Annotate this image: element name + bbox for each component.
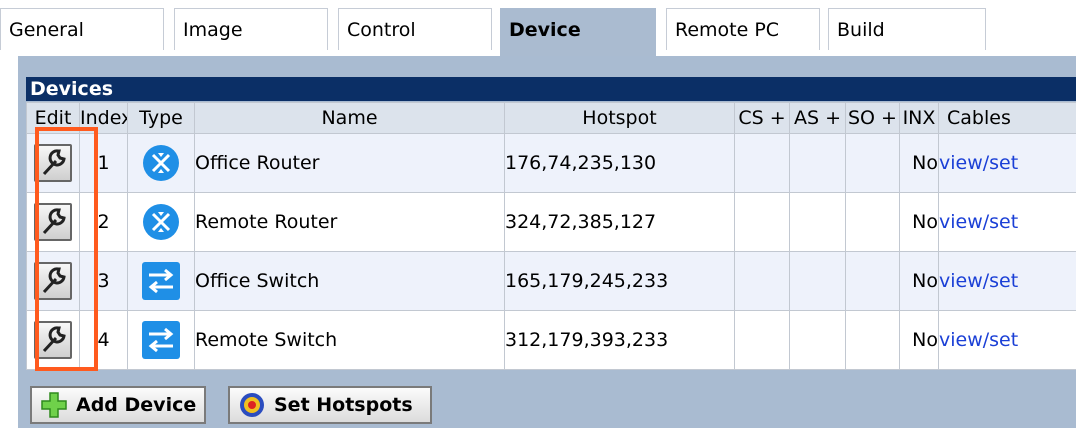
- tab-remote-pc[interactable]: Remote PC: [666, 8, 820, 50]
- as-cell: [789, 192, 846, 252]
- inx-value: No: [899, 133, 939, 193]
- tab-control[interactable]: Control: [338, 8, 492, 50]
- table-header-row: Edit Index Type Name Hotspot CS + AS + S…: [26, 102, 1076, 134]
- wrench-icon: [42, 208, 66, 235]
- table-row: 4 Remote Switch 312,179,393,233 No view/…: [26, 310, 1076, 370]
- as-cell: [789, 133, 846, 193]
- cables-view-set-link[interactable]: view/set: [940, 329, 1019, 351]
- device-hotspot: 312,179,393,233: [504, 310, 735, 370]
- column-header-so[interactable]: SO +: [845, 102, 900, 134]
- tab-image[interactable]: Image: [174, 8, 328, 50]
- switch-icon: [142, 262, 180, 300]
- cs-cell: [734, 192, 790, 252]
- cables-view-set-link[interactable]: view/set: [940, 211, 1019, 233]
- column-header-cs[interactable]: CS +: [734, 102, 790, 134]
- edit-device-button[interactable]: [34, 321, 72, 359]
- as-cell: [789, 310, 846, 370]
- row-index: 2: [79, 192, 128, 252]
- cables-view-set-link[interactable]: view/set: [940, 152, 1019, 174]
- device-name: Remote Switch: [194, 310, 505, 370]
- column-header-hotspot[interactable]: Hotspot: [504, 102, 735, 134]
- as-cell: [789, 251, 846, 311]
- so-cell: [845, 251, 900, 311]
- so-cell: [845, 133, 900, 193]
- column-header-type: Type: [127, 102, 195, 134]
- table-row: 2 Remote Router 324,72,385,127 No view/s…: [26, 192, 1076, 252]
- add-device-label: Add Device: [76, 394, 197, 416]
- column-header-as[interactable]: AS +: [789, 102, 846, 134]
- row-index: 4: [79, 310, 128, 370]
- device-hotspot: 165,179,245,233: [504, 251, 735, 311]
- edit-device-button[interactable]: [34, 262, 72, 300]
- tab-general[interactable]: General: [0, 8, 164, 50]
- inx-value: No: [899, 310, 939, 370]
- edit-device-button[interactable]: [34, 203, 72, 241]
- column-header-index: Index: [79, 102, 128, 134]
- wrench-icon: [42, 326, 66, 353]
- column-header-inx: INX: [899, 102, 939, 134]
- device-hotspot: 176,74,235,130: [504, 133, 735, 193]
- table-row: 3 Office Switch 165,179,245,233 No view/…: [26, 251, 1076, 311]
- set-hotspots-button[interactable]: Set Hotspots: [228, 386, 432, 424]
- plus-icon: [41, 392, 67, 418]
- inx-value: No: [899, 251, 939, 311]
- row-index: 1: [79, 133, 128, 193]
- cables-view-set-link[interactable]: view/set: [940, 270, 1019, 292]
- cs-cell: [734, 133, 790, 193]
- table-row: 1 Office Router 176,74,235,130 No view/s…: [26, 133, 1076, 193]
- row-index: 3: [79, 251, 128, 311]
- column-header-edit: Edit: [26, 102, 80, 134]
- device-name: Office Router: [194, 133, 505, 193]
- column-header-name[interactable]: Name: [194, 102, 505, 134]
- router-icon: [143, 145, 179, 181]
- cs-cell: [734, 251, 790, 311]
- target-icon: [240, 393, 264, 417]
- device-name: Remote Router: [194, 192, 505, 252]
- devices-panel-title: Devices: [26, 77, 1076, 101]
- tab-bar: General Image Control Device Remote PC B…: [0, 0, 1076, 57]
- edit-device-button[interactable]: [34, 144, 72, 182]
- tab-device[interactable]: Device: [500, 8, 656, 56]
- wrench-icon: [42, 149, 66, 176]
- device-name: Office Switch: [194, 251, 505, 311]
- inx-value: No: [899, 192, 939, 252]
- so-cell: [845, 310, 900, 370]
- tab-build[interactable]: Build: [828, 8, 986, 50]
- router-icon: [143, 204, 179, 240]
- column-header-cables: Cables: [938, 102, 1076, 134]
- device-hotspot: 324,72,385,127: [504, 192, 735, 252]
- wrench-icon: [42, 267, 66, 294]
- so-cell: [845, 192, 900, 252]
- devices-table: Edit Index Type Name Hotspot CS + AS + S…: [26, 102, 1076, 370]
- switch-icon: [142, 321, 180, 359]
- set-hotspots-label: Set Hotspots: [274, 394, 413, 416]
- add-device-button[interactable]: Add Device: [30, 386, 206, 424]
- cs-cell: [734, 310, 790, 370]
